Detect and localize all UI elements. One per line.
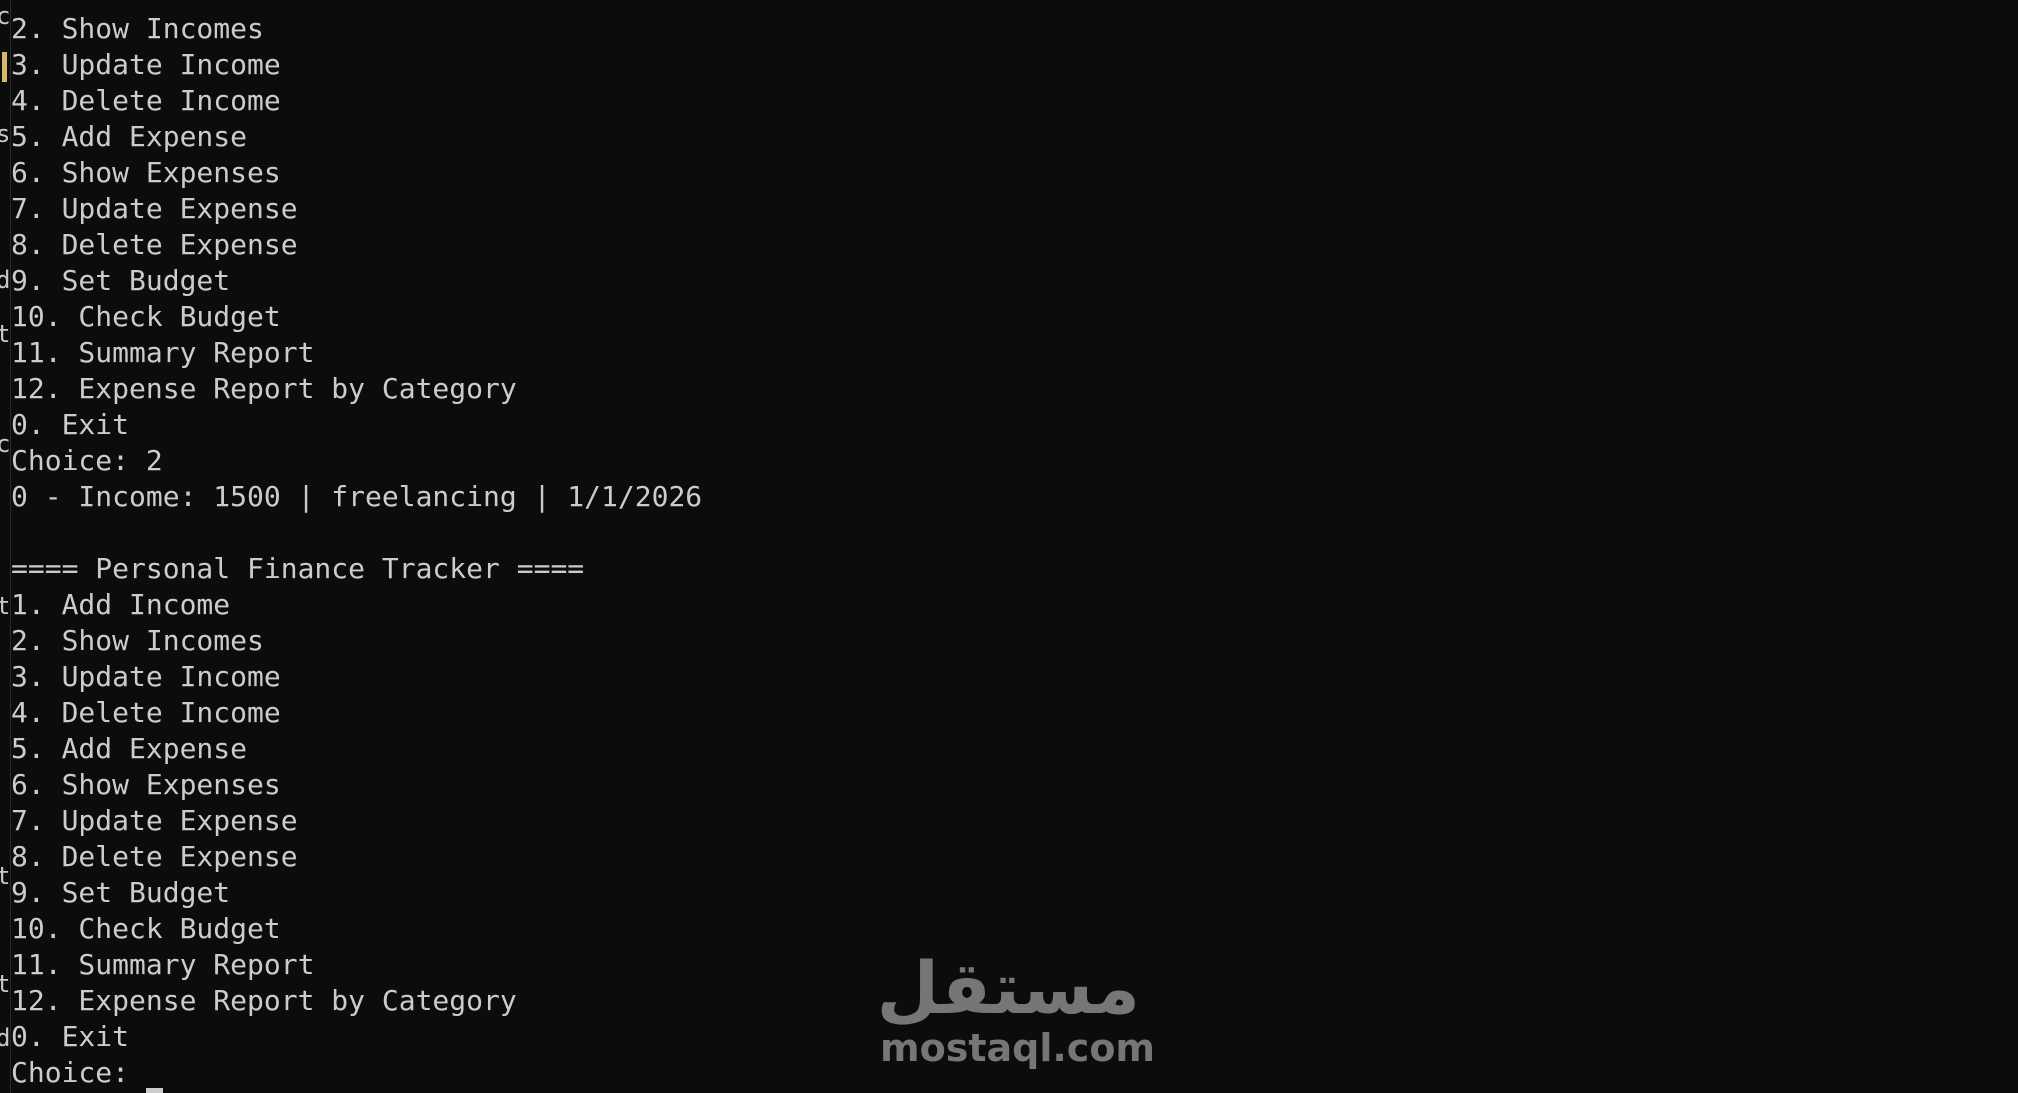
terminal-line: 3. Update Income	[11, 660, 281, 693]
terminal-line: 1. Add Income	[11, 588, 231, 621]
terminal-line: 10. Check Budget	[11, 912, 281, 945]
terminal-output: 2. Show Incomes 3. Update Income 4. Dele…	[11, 11, 2001, 1093]
terminal-line: 11. Summary Report	[11, 336, 315, 369]
edge-char: c	[0, 4, 10, 28]
terminal-line: 9. Set Budget	[11, 264, 231, 297]
watermark-arabic-text: مستقل	[876, 946, 1140, 1030]
terminal-line: 3. Update Income	[11, 48, 281, 81]
terminal-line: 4. Delete Income	[11, 84, 281, 117]
edge-char: s	[0, 122, 10, 146]
terminal-line: 2. Show Incomes	[11, 624, 264, 657]
terminal-line: 7. Update Expense	[11, 192, 298, 225]
terminal-line: 4. Delete Income	[11, 696, 281, 729]
edge-highlight-mark	[2, 52, 7, 82]
terminal-window[interactable]: c s d t c t t t d 2. Show Incomes 3. Upd…	[0, 0, 2018, 1093]
terminal-line: 2. Show Incomes	[11, 12, 264, 45]
watermark-latin-text: mostaql.com	[880, 1026, 1156, 1070]
edge-char: t	[0, 972, 10, 996]
mostaql-watermark: مستقل mostaql.com	[876, 946, 1156, 1070]
terminal-line: ==== Personal Finance Tracker ====	[11, 552, 585, 585]
terminal-line: 5. Add Expense	[11, 120, 248, 153]
terminal-line: 0. Exit	[11, 408, 130, 441]
terminal-line: 10. Check Budget	[11, 300, 281, 333]
text-cursor[interactable]	[145, 1088, 163, 1093]
edge-char: c	[0, 432, 10, 456]
terminal-line: 8. Delete Expense	[11, 228, 298, 261]
edge-char: d	[0, 1026, 10, 1050]
terminal-line: 0 - Income: 1500 | freelancing | 1/1/202…	[11, 480, 703, 513]
terminal-line: 8. Delete Expense	[11, 840, 298, 873]
edge-char: t	[0, 594, 10, 618]
edge-char: t	[0, 322, 10, 346]
terminal-prompt: Choice:	[11, 1056, 146, 1089]
background-window-edge: c s d t c t t t d	[0, 0, 11, 1093]
terminal-line: 5. Add Expense	[11, 732, 248, 765]
terminal-line: 12. Expense Report by Category	[11, 372, 517, 405]
terminal-line: Choice: 2	[11, 444, 163, 477]
terminal-line: 7. Update Expense	[11, 804, 298, 837]
terminal-line: 6. Show Expenses	[11, 156, 281, 189]
terminal-line: 9. Set Budget	[11, 876, 231, 909]
terminal-line: 6. Show Expenses	[11, 768, 281, 801]
edge-char: t	[0, 864, 10, 888]
edge-char: d	[0, 268, 10, 292]
